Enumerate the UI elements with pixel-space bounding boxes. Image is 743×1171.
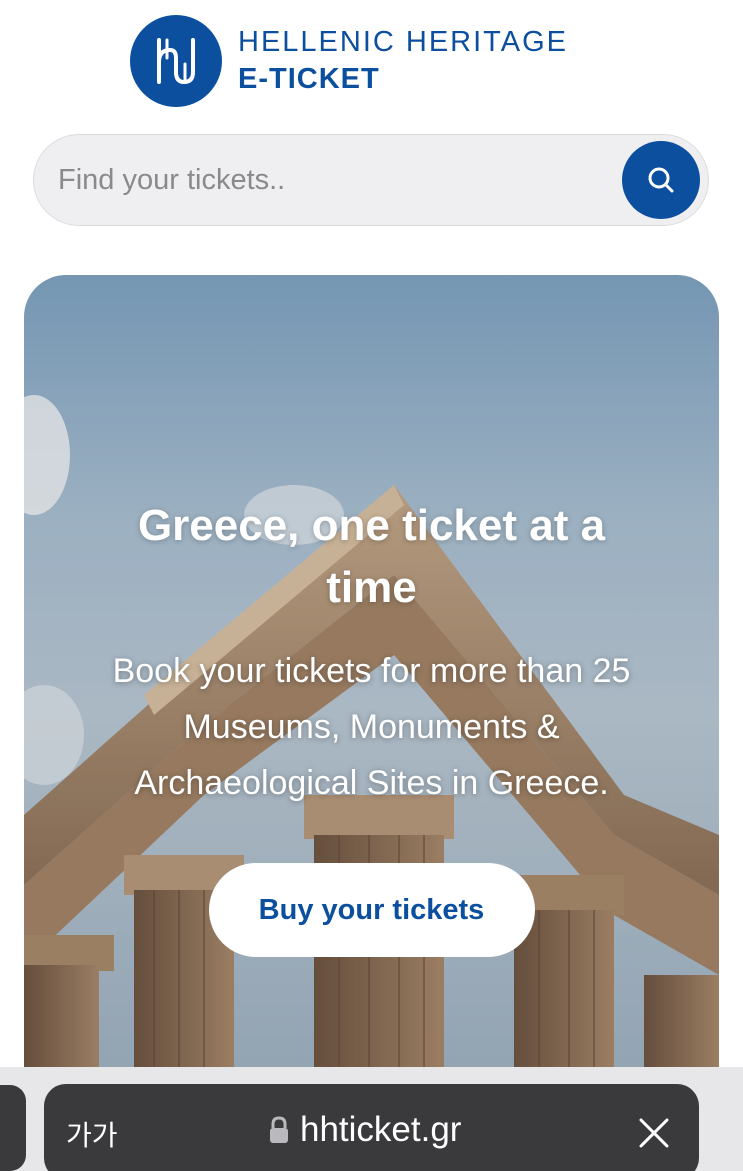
text-size-button[interactable]: 가가 (66, 1114, 118, 1154)
lock-icon (270, 1116, 288, 1143)
search-button[interactable] (622, 141, 700, 219)
browser-toolbar: 가가 hhticket.gr (0, 1067, 743, 1171)
previous-tab-preview[interactable] (0, 1085, 26, 1171)
hh-monogram-icon (130, 15, 222, 107)
hero-subtitle: Book your tickets for more than 25 Museu… (112, 652, 631, 802)
hero-content: Greece, one ticket at a time Book your t… (24, 495, 719, 957)
url-text: hhticket.gr (300, 1110, 462, 1149)
logo-text: HELLENIC HERITAGE E-TICKET (238, 28, 568, 94)
site-logo[interactable]: HELLENIC HERITAGE E-TICKET (130, 14, 568, 108)
search-icon (648, 167, 674, 193)
url-display[interactable]: hhticket.gr (268, 1110, 461, 1150)
buy-tickets-button[interactable]: Buy your tickets (208, 863, 535, 957)
logo-line-2: E-TICKET (238, 63, 380, 95)
hero-title: Greece, one ticket at a time (137, 501, 606, 612)
logo-line-1: HELLENIC HERITAGE (238, 26, 568, 58)
close-button[interactable] (637, 1116, 671, 1150)
page: HELLENIC HERITAGE E-TICKET Find your tic… (0, 0, 743, 1171)
search-bar (33, 134, 709, 226)
search-input[interactable] (34, 134, 622, 226)
hero-banner: Greece, one ticket at a time Book your t… (24, 275, 719, 1075)
close-icon (639, 1118, 669, 1148)
address-bar[interactable]: 가가 hhticket.gr (44, 1084, 699, 1171)
